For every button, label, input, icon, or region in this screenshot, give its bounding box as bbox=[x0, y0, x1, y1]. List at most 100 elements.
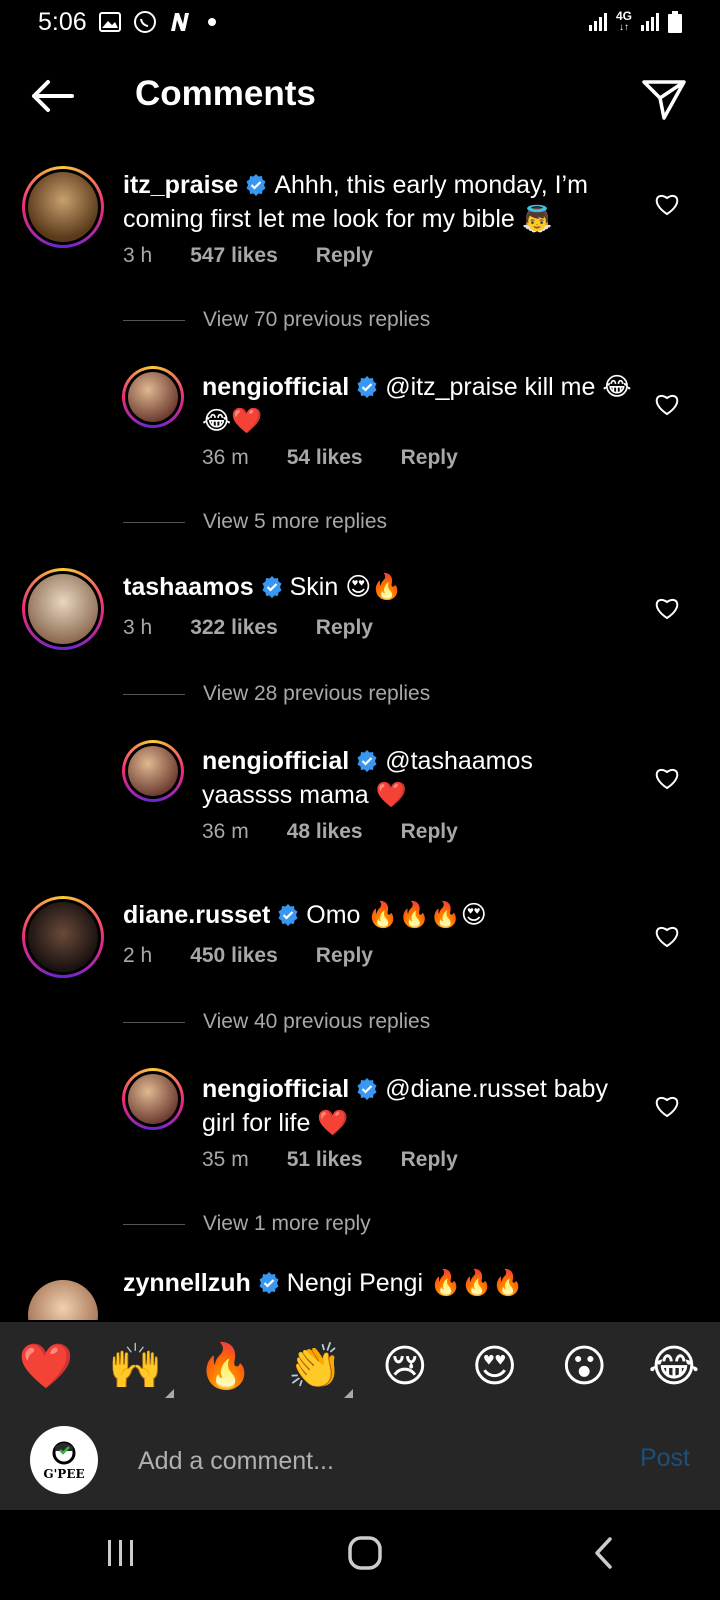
view-replies-button[interactable]: View 5 more replies bbox=[123, 510, 387, 534]
divider bbox=[123, 1223, 185, 1225]
user-avatar[interactable]: G'PEE bbox=[30, 1426, 98, 1494]
avatar[interactable] bbox=[22, 1274, 104, 1320]
avatar[interactable] bbox=[122, 740, 184, 802]
like-button[interactable] bbox=[654, 596, 680, 620]
comment-username[interactable]: diane.russet bbox=[123, 901, 270, 929]
reply-button[interactable]: Reply bbox=[316, 244, 373, 268]
avatar[interactable] bbox=[22, 166, 104, 248]
comment-meta: 3 h 547 likes Reply bbox=[123, 244, 373, 268]
view-replies-button[interactable]: View 70 previous replies bbox=[123, 308, 430, 332]
status-left: 5:06 bbox=[38, 8, 217, 37]
comment-text: tashaamos Skin 😍🔥 bbox=[123, 572, 623, 606]
skin-tone-indicator-icon bbox=[344, 1389, 354, 1398]
avatar[interactable] bbox=[22, 896, 104, 978]
like-button[interactable] bbox=[654, 766, 680, 790]
view-replies-label: View 70 previous replies bbox=[203, 308, 431, 331]
post-button[interactable]: Post bbox=[640, 1444, 690, 1473]
avatar-image bbox=[28, 172, 98, 242]
reaction-laughing[interactable]: 😂 bbox=[646, 1341, 702, 1392]
reply-button[interactable]: Reply bbox=[401, 446, 458, 470]
avatar-logo-icon bbox=[52, 1441, 76, 1465]
comment-likes[interactable]: 547 likes bbox=[190, 244, 278, 268]
verified-badge-icon bbox=[276, 903, 300, 934]
comment-username[interactable]: tashaamos bbox=[123, 573, 254, 601]
comment-username[interactable]: nengiofficial bbox=[202, 1075, 349, 1103]
home-button[interactable] bbox=[347, 1535, 383, 1576]
verified-badge-icon bbox=[244, 173, 268, 204]
reaction-heart[interactable]: ❤️ bbox=[18, 1340, 74, 1392]
comment-time: 36 m bbox=[202, 446, 249, 469]
like-button[interactable] bbox=[654, 924, 680, 948]
divider bbox=[123, 521, 185, 523]
like-button[interactable] bbox=[654, 392, 680, 416]
divider bbox=[123, 693, 185, 695]
avatar[interactable] bbox=[22, 568, 104, 650]
heart-icon bbox=[655, 599, 679, 620]
avatar[interactable] bbox=[122, 366, 184, 428]
reaction-heart-eyes[interactable]: 😍 bbox=[467, 1341, 523, 1392]
comment-meta: 3 h 322 likes Reply bbox=[123, 616, 373, 640]
page-title: Comments bbox=[135, 74, 316, 113]
like-button[interactable] bbox=[654, 192, 680, 216]
comment-likes[interactable]: 51 likes bbox=[287, 1148, 363, 1172]
comment-time: 3 h bbox=[123, 616, 153, 639]
signal-icon bbox=[588, 13, 608, 31]
system-nav-bar bbox=[0, 1510, 720, 1600]
like-button[interactable] bbox=[654, 1094, 680, 1118]
view-replies-button[interactable]: View 40 previous replies bbox=[123, 1010, 430, 1034]
reaction-fire[interactable]: 🔥 bbox=[197, 1340, 253, 1392]
back-nav-button[interactable] bbox=[592, 1536, 616, 1575]
heart-icon bbox=[655, 195, 679, 216]
comment-username[interactable]: itz_praise bbox=[123, 171, 238, 199]
divider bbox=[123, 1021, 185, 1023]
comment-likes[interactable]: 322 likes bbox=[190, 616, 278, 640]
header: Comments bbox=[0, 60, 720, 132]
view-replies-button[interactable]: View 28 previous replies bbox=[123, 682, 430, 706]
comment-likes[interactable]: 450 likes bbox=[190, 944, 278, 968]
reaction-raised-hands-label: 🙌 bbox=[108, 1342, 164, 1391]
comment-time: 36 m bbox=[202, 820, 249, 843]
reaction-raised-hands[interactable]: 🙌 bbox=[108, 1340, 174, 1398]
comment-username[interactable]: zynnellzuh bbox=[123, 1269, 251, 1297]
verified-badge-icon bbox=[355, 1077, 379, 1108]
send-icon bbox=[642, 80, 686, 120]
reaction-crying[interactable]: 😢 bbox=[377, 1341, 433, 1392]
whatsapp-icon bbox=[133, 10, 157, 34]
reaction-surprised[interactable]: 😮 bbox=[556, 1341, 612, 1392]
comment-likes[interactable]: 54 likes bbox=[287, 446, 363, 470]
comment-meta: 36 m 48 likes Reply bbox=[202, 820, 458, 844]
reply-button[interactable]: Reply bbox=[316, 616, 373, 640]
reply-button[interactable]: Reply bbox=[316, 944, 373, 968]
view-replies-label: View 40 previous replies bbox=[203, 1010, 431, 1033]
reply-button[interactable]: Reply bbox=[401, 820, 458, 844]
comment-input[interactable] bbox=[136, 1440, 610, 1482]
avatar[interactable] bbox=[122, 1068, 184, 1130]
heart-icon bbox=[655, 927, 679, 948]
comment-username[interactable]: nengiofficial bbox=[202, 747, 349, 775]
network-type-icon: 4G ↓↑ bbox=[615, 9, 632, 33]
comments-list: itz_praise Ahhh, this early monday, I’m c… bbox=[0, 160, 720, 1320]
view-replies-button[interactable]: View 1 more reply bbox=[123, 1212, 371, 1236]
back-button[interactable] bbox=[28, 74, 76, 118]
reply-button[interactable]: Reply bbox=[401, 1148, 458, 1172]
avatar-image bbox=[128, 746, 178, 796]
notification-dot-icon bbox=[207, 17, 217, 27]
home-icon bbox=[348, 1535, 382, 1570]
avatar-image bbox=[128, 372, 178, 422]
verified-badge-icon bbox=[355, 749, 379, 780]
quick-reaction-bar: ❤️ 🙌 🔥 👏 😢 😍 😮 😂 bbox=[0, 1322, 720, 1410]
comment-message: Nengi Pengi 🔥🔥🔥 bbox=[286, 1269, 524, 1297]
back-chevron-icon bbox=[594, 1536, 612, 1569]
skin-tone-indicator-icon bbox=[164, 1389, 174, 1398]
heart-icon bbox=[655, 1097, 679, 1118]
recent-apps-button[interactable] bbox=[104, 1538, 138, 1573]
verified-badge-icon bbox=[260, 575, 284, 606]
comment-time: 35 m bbox=[202, 1148, 249, 1171]
comment-likes[interactable]: 48 likes bbox=[287, 820, 363, 844]
comment-username[interactable]: nengiofficial bbox=[202, 373, 349, 401]
comment-time: 3 h bbox=[123, 244, 153, 267]
avatar-label: G'PEE bbox=[43, 1467, 85, 1481]
avatar-image bbox=[28, 902, 98, 972]
reaction-clap[interactable]: 👏 bbox=[287, 1340, 354, 1398]
share-button[interactable] bbox=[640, 74, 688, 122]
